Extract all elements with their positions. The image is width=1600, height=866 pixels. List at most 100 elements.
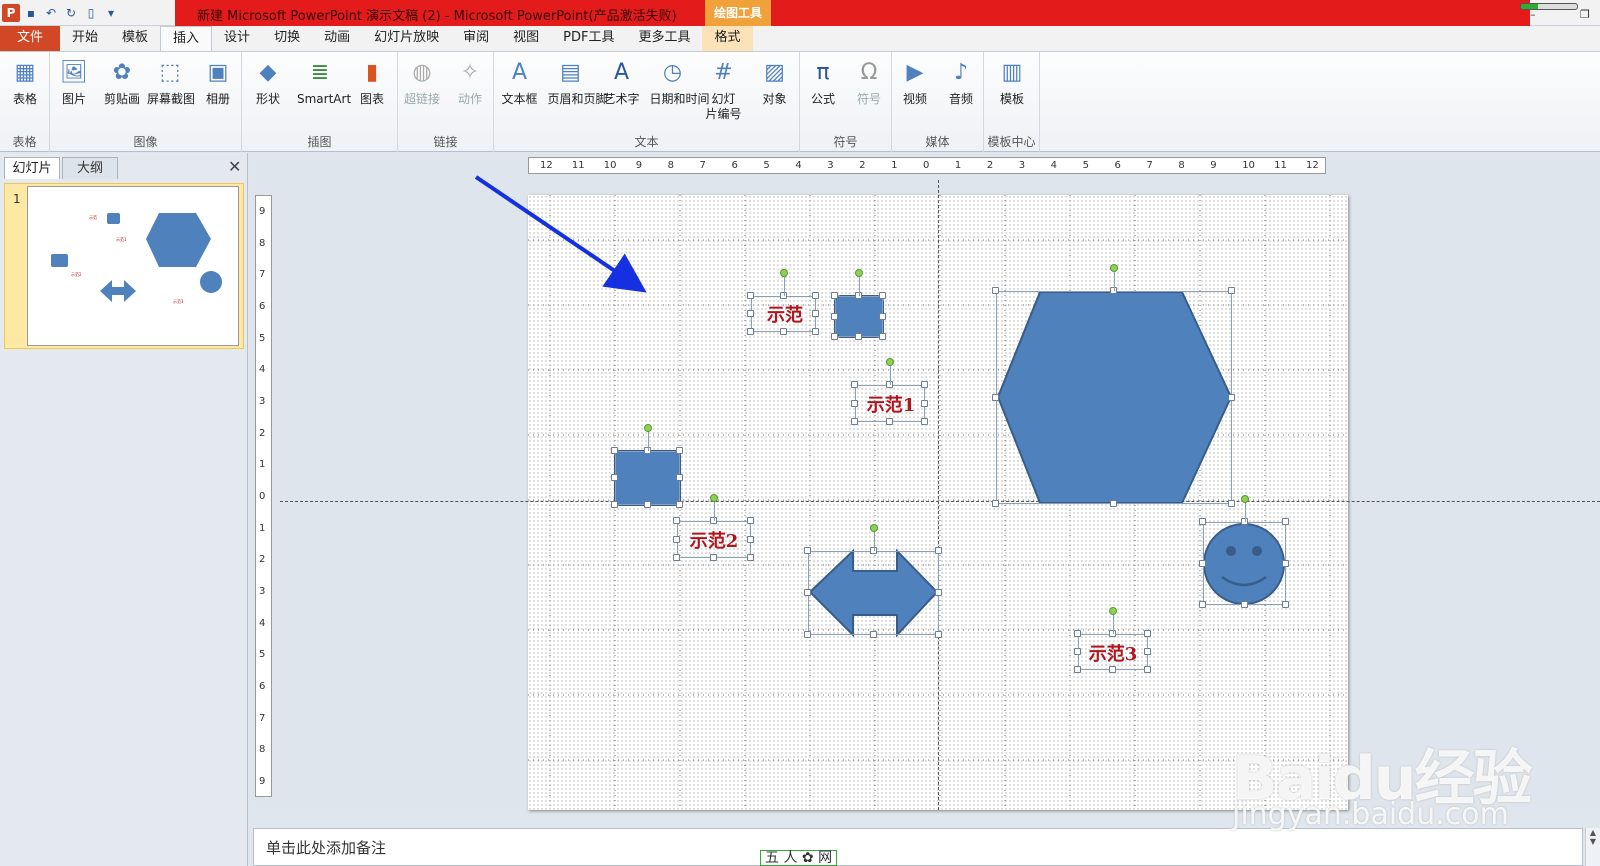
textbox-button[interactable]: A 文本框 xyxy=(497,58,543,107)
tab-outline[interactable]: 大纲 xyxy=(62,157,118,179)
resize-handle[interactable] xyxy=(1110,500,1117,507)
resize-handle[interactable] xyxy=(747,328,754,335)
object-button[interactable]: ▨ 对象 xyxy=(752,58,798,107)
tab-4[interactable]: 设计 xyxy=(212,26,262,51)
hyperlink-button[interactable]: ◍ 超链接 xyxy=(399,58,445,107)
rotation-handle[interactable] xyxy=(643,424,652,432)
equation-button[interactable]: π 公式 xyxy=(800,58,846,107)
text-label-demo-1[interactable]: 示范1 xyxy=(856,391,926,417)
resize-handle[interactable] xyxy=(676,447,683,454)
template-button[interactable]: ▥ 模板 xyxy=(989,58,1035,107)
resize-handle[interactable] xyxy=(611,474,618,481)
resize-handle[interactable] xyxy=(992,393,999,401)
resize-handle[interactable] xyxy=(1199,601,1206,608)
resize-handle[interactable] xyxy=(1282,559,1289,567)
tab-9[interactable]: 视图 xyxy=(501,26,551,51)
vertical-guide[interactable] xyxy=(938,180,939,810)
selection-box[interactable] xyxy=(1203,522,1286,605)
text-label-demo-3[interactable]: 示范3 xyxy=(1078,640,1148,666)
horizontal-guide[interactable] xyxy=(280,501,1600,502)
selection-box[interactable] xyxy=(808,551,939,635)
tab-2[interactable]: 模板 xyxy=(110,26,160,51)
resize-handle[interactable] xyxy=(1074,666,1081,673)
table-button[interactable]: ▦ 表格 xyxy=(2,58,48,107)
resize-handle[interactable] xyxy=(886,418,893,425)
notes-scrollbar[interactable]: ▲ ▼ xyxy=(1585,828,1600,866)
resize-handle[interactable] xyxy=(1144,666,1151,673)
customize-icon[interactable]: ▾ xyxy=(102,4,120,22)
rotation-handle[interactable] xyxy=(710,494,718,502)
resize-handle[interactable] xyxy=(1282,518,1289,525)
resize-handle[interactable] xyxy=(779,328,787,335)
resize-handle[interactable] xyxy=(804,547,811,554)
video-button[interactable]: ▶ 视频 xyxy=(892,58,938,107)
resize-handle[interactable] xyxy=(869,631,877,638)
resize-handle[interactable] xyxy=(935,631,942,638)
resize-handle[interactable] xyxy=(676,501,683,508)
resize-handle[interactable] xyxy=(935,547,942,554)
resize-handle[interactable] xyxy=(1228,500,1235,507)
tab-0[interactable]: 文件 xyxy=(0,26,60,51)
resize-handle[interactable] xyxy=(1074,630,1081,637)
rotation-handle[interactable] xyxy=(1110,264,1118,272)
resize-handle[interactable] xyxy=(992,287,999,294)
resize-handle[interactable] xyxy=(879,333,886,340)
audio-button[interactable]: ♪ 音频 xyxy=(938,58,984,107)
resize-handle[interactable] xyxy=(673,554,680,561)
slide-thumbnail[interactable]: 示范 示范1 示范2 示范3 xyxy=(27,186,239,346)
tab-12[interactable]: 格式 xyxy=(702,26,753,51)
rotation-handle[interactable] xyxy=(1240,495,1249,503)
tab-5[interactable]: 切换 xyxy=(262,26,312,51)
clipart-button[interactable]: ✿ 剪贴画 xyxy=(99,58,145,107)
rotation-handle[interactable] xyxy=(779,269,788,277)
tab-7[interactable]: 幻灯片放映 xyxy=(362,26,451,51)
resize-handle[interactable] xyxy=(879,312,886,320)
resize-handle[interactable] xyxy=(1199,518,1206,525)
resize-handle[interactable] xyxy=(747,517,754,524)
resize-handle[interactable] xyxy=(992,500,999,507)
undo-icon[interactable]: ↶ xyxy=(42,4,60,22)
save-icon[interactable]: ▪ xyxy=(22,4,40,22)
chart-button[interactable]: ▮ 图表 xyxy=(349,58,395,107)
resize-handle[interactable] xyxy=(676,474,683,481)
resize-handle[interactable] xyxy=(831,333,838,340)
rotation-handle[interactable] xyxy=(855,269,863,277)
close-panel-icon[interactable]: ✕ xyxy=(228,157,241,176)
selection-box[interactable] xyxy=(615,451,680,505)
tab-8[interactable]: 审阅 xyxy=(451,26,501,51)
resize-handle[interactable] xyxy=(855,333,862,340)
redo-icon[interactable]: ↻ xyxy=(62,4,80,22)
resize-handle[interactable] xyxy=(673,517,680,524)
symbol-button[interactable]: Ω 符号 xyxy=(846,58,892,107)
resize-handle[interactable] xyxy=(812,292,819,299)
shapes-button[interactable]: ◆ 形状 xyxy=(245,58,291,107)
resize-handle[interactable] xyxy=(879,292,886,299)
tab-11[interactable]: 更多工具 xyxy=(626,26,702,51)
screenshot-button[interactable]: ⬚ 屏幕截图 xyxy=(147,58,195,107)
drawing-tools-context-tab[interactable]: 绘图工具 xyxy=(705,0,771,26)
resize-handle[interactable] xyxy=(747,310,754,317)
resize-handle[interactable] xyxy=(1228,287,1235,294)
smartart-button[interactable]: ≣ SmartArt xyxy=(297,58,351,107)
minimize-icon[interactable]: – xyxy=(1530,8,1542,21)
resize-handle[interactable] xyxy=(921,418,928,425)
tab-10[interactable]: PDF工具 xyxy=(551,26,626,51)
resize-handle[interactable] xyxy=(643,501,651,508)
resize-handle[interactable] xyxy=(1199,559,1206,567)
rotation-handle[interactable] xyxy=(886,358,894,366)
resize-handle[interactable] xyxy=(747,292,754,299)
resize-handle[interactable] xyxy=(1240,601,1248,608)
resize-handle[interactable] xyxy=(804,631,811,638)
text-label-demo[interactable]: 示范 xyxy=(755,301,815,327)
resize-handle[interactable] xyxy=(804,589,811,596)
new-slide-icon[interactable]: ▯ xyxy=(82,4,100,22)
datetime-button[interactable]: ◷ 日期和时间 xyxy=(650,58,710,107)
selection-box[interactable] xyxy=(835,296,883,337)
resize-handle[interactable] xyxy=(831,312,838,320)
resize-handle[interactable] xyxy=(710,554,717,561)
slide-thumbnail-item[interactable]: 1 示范 示范1 示范2 示范3 xyxy=(4,183,244,349)
tab-6[interactable]: 动画 xyxy=(312,26,362,51)
resize-handle[interactable] xyxy=(851,381,858,388)
resize-handle[interactable] xyxy=(831,292,838,299)
resize-handle[interactable] xyxy=(747,554,754,561)
